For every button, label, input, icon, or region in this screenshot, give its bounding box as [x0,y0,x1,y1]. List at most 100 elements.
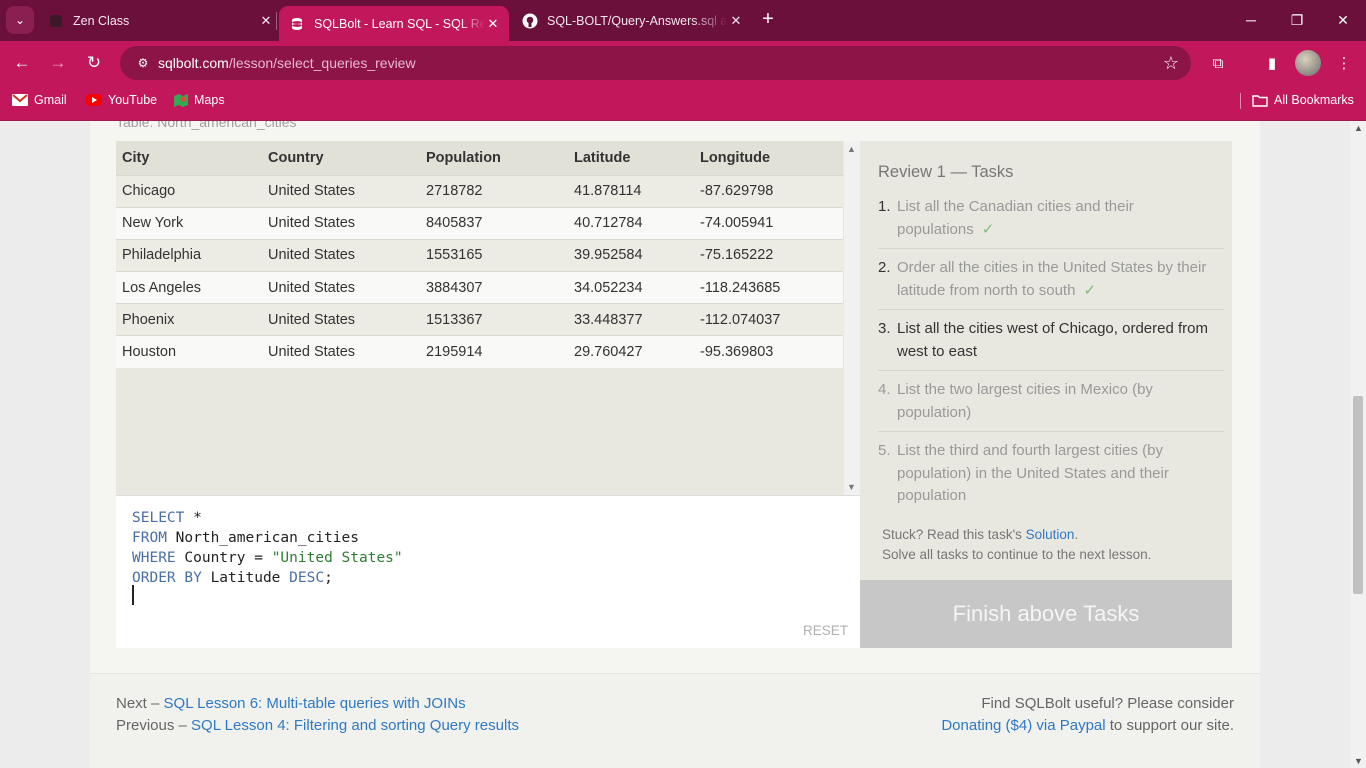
task-item: 3. List all the cities west of Chicago, … [878,317,1224,371]
previous-prefix: Previous – [116,717,192,734]
browser-toolbar: ← → ↻ ⚙ sqlbolt.com/lesson/select_querie… [0,41,1366,85]
minimize-icon: ─ [1246,12,1256,28]
close-icon: ✕ [1337,11,1349,28]
bookmark-label: Gmail [34,93,67,107]
table-cell: 2195914 [420,335,568,369]
lesson-footer: Next – SQL Lesson 6: Multi-table queries… [90,673,1260,768]
close-icon[interactable]: ✕ [728,13,744,29]
sql-keyword: WHERE [132,550,176,566]
table-cell: United States [262,335,420,369]
task-text: Order all the cities in the United State… [897,259,1207,299]
table-cell: 8405837 [420,206,568,240]
task-number: 5. [878,442,891,459]
tab-separator [276,12,277,30]
table-row: New York United States 8405837 40.712784… [116,206,843,240]
column-header: Country [262,141,420,175]
side-panel-button[interactable]: ▮ [1259,50,1285,76]
task-item: 2. Order all the cities in the United St… [878,256,1224,310]
arrow-right-icon: → [49,53,67,72]
table-cell: -118.243685 [694,271,843,304]
stuck-text: Stuck? Read this task's [882,527,1026,542]
back-button[interactable]: ← [8,49,36,77]
previous-lesson-link[interactable]: SQL Lesson 4: Filtering and sorting Quer… [191,717,519,734]
bookmark-gmail[interactable]: Gmail [12,85,67,115]
sql-code[interactable]: SELECT * FROM North_american_cities WHER… [132,508,403,588]
results-table-panel: City Country Population Latitude Longitu… [116,141,860,495]
table-row: Philadelphia United States 1553165 39.95… [116,238,843,272]
table-cell: Houston [116,335,262,369]
text-cursor [132,585,134,605]
sql-keyword: DESC [289,570,325,586]
forward-button[interactable]: → [44,49,72,77]
next-lesson-link[interactable]: SQL Lesson 6: Multi-table queries with J… [164,695,466,712]
table-cell: 33.448377 [568,303,694,336]
solve-all-text: Solve all tasks to continue to the next … [882,547,1152,562]
new-tab-button[interactable]: + [756,8,780,32]
puzzle-icon: ⧉ [1212,54,1224,72]
scroll-down-icon[interactable]: ▼ [847,482,856,492]
table-scrollbar[interactable]: ▲ ▼ [844,141,860,495]
table-cell: 29.760427 [568,335,694,369]
table-cell: United States [262,206,420,240]
bookmark-maps[interactable]: Maps [174,85,225,115]
tab-sqlbolt[interactable]: SQLBolt - Learn SQL - SQL Review ✕ [279,6,509,41]
extensions-button[interactable]: ⧉ [1205,50,1231,76]
bookmark-star-icon[interactable]: ☆ [1163,53,1179,74]
table-row: Houston United States 2195914 29.760427 … [116,335,843,369]
address-bar[interactable]: ⚙ sqlbolt.com/lesson/select_queries_revi… [120,46,1191,80]
table-cell: United States [262,174,420,208]
scroll-up-icon[interactable]: ▲ [1354,123,1363,133]
scroll-down-icon[interactable]: ▼ [1354,756,1363,766]
stuck-hint: Stuck? Read this task's Solution. Solve … [882,525,1151,565]
table-cell: Los Angeles [116,271,262,304]
close-window-button[interactable]: ✕ [1320,0,1366,40]
tasks-title: Review 1 — Tasks [878,163,1014,181]
tab-search-button[interactable]: ⌄ [6,6,34,34]
results-table: City Country Population Latitude Longitu… [116,141,843,369]
menu-button[interactable]: ⋮ [1331,50,1357,76]
bookmark-youtube[interactable]: YouTube [86,85,157,115]
folder-icon [1252,94,1268,107]
sql-editor[interactable]: SELECT * FROM North_american_cities WHER… [116,495,860,648]
close-icon[interactable]: ✕ [258,13,274,29]
stuck-text: . [1074,527,1079,542]
sql-text: North_american_cities [166,530,359,546]
profile-avatar[interactable] [1295,50,1321,76]
restore-icon: ❐ [1290,11,1304,28]
close-icon[interactable]: ✕ [485,16,501,32]
column-header: Population [420,141,568,175]
checkmark-icon: ✓ [1083,281,1097,299]
tab-title: Zen Class [73,13,130,28]
task-text: List all the Canadian cities and their p… [897,198,1134,238]
tasks-panel: Review 1 — Tasks 1. List all the Canadia… [860,141,1232,580]
task-number: 2. [878,259,891,276]
table-cell: -87.629798 [694,174,843,208]
finish-tasks-button[interactable]: Finish above Tasks [860,580,1232,648]
task-number: 1. [878,198,891,215]
scroll-up-icon[interactable]: ▲ [847,144,856,154]
task-number: 4. [878,381,891,398]
donation-text: to support our site. [1105,717,1234,734]
page-viewport: Table: North_american_cities City Countr… [0,121,1350,768]
github-icon [522,13,538,29]
reset-button[interactable]: RESET [803,623,848,638]
table-caption: Table: North_american_cities [116,121,297,130]
site-settings-icon[interactable]: ⚙ [128,56,158,70]
donation-text: Find SQLBolt useful? Please consider [981,695,1234,712]
tab-zen-class[interactable]: Zen Class ✕ [48,0,274,41]
url-text[interactable]: sqlbolt.com/lesson/select_queries_review [158,55,416,71]
scrollbar-thumb[interactable] [1353,396,1363,594]
bookmark-label: Maps [194,93,225,107]
tab-github[interactable]: SQL-BOLT/Query-Answers.sql at ✕ [522,0,744,41]
minimize-button[interactable]: ─ [1228,0,1274,40]
reload-button[interactable]: ↻ [80,49,108,77]
tab-title: SQLBolt - Learn SQL - SQL Review [314,16,485,31]
restore-button[interactable]: ❐ [1274,0,1320,40]
table-cell: New York [116,206,262,240]
donate-link[interactable]: Donating ($4) via Paypal [941,717,1105,734]
gmail-icon [12,94,28,106]
table-cell: Phoenix [116,303,262,336]
solution-link[interactable]: Solution [1026,527,1075,542]
all-bookmarks-button[interactable]: All Bookmarks [1252,85,1354,115]
page-scrollbar[interactable]: ▲ ▼ [1350,121,1366,768]
